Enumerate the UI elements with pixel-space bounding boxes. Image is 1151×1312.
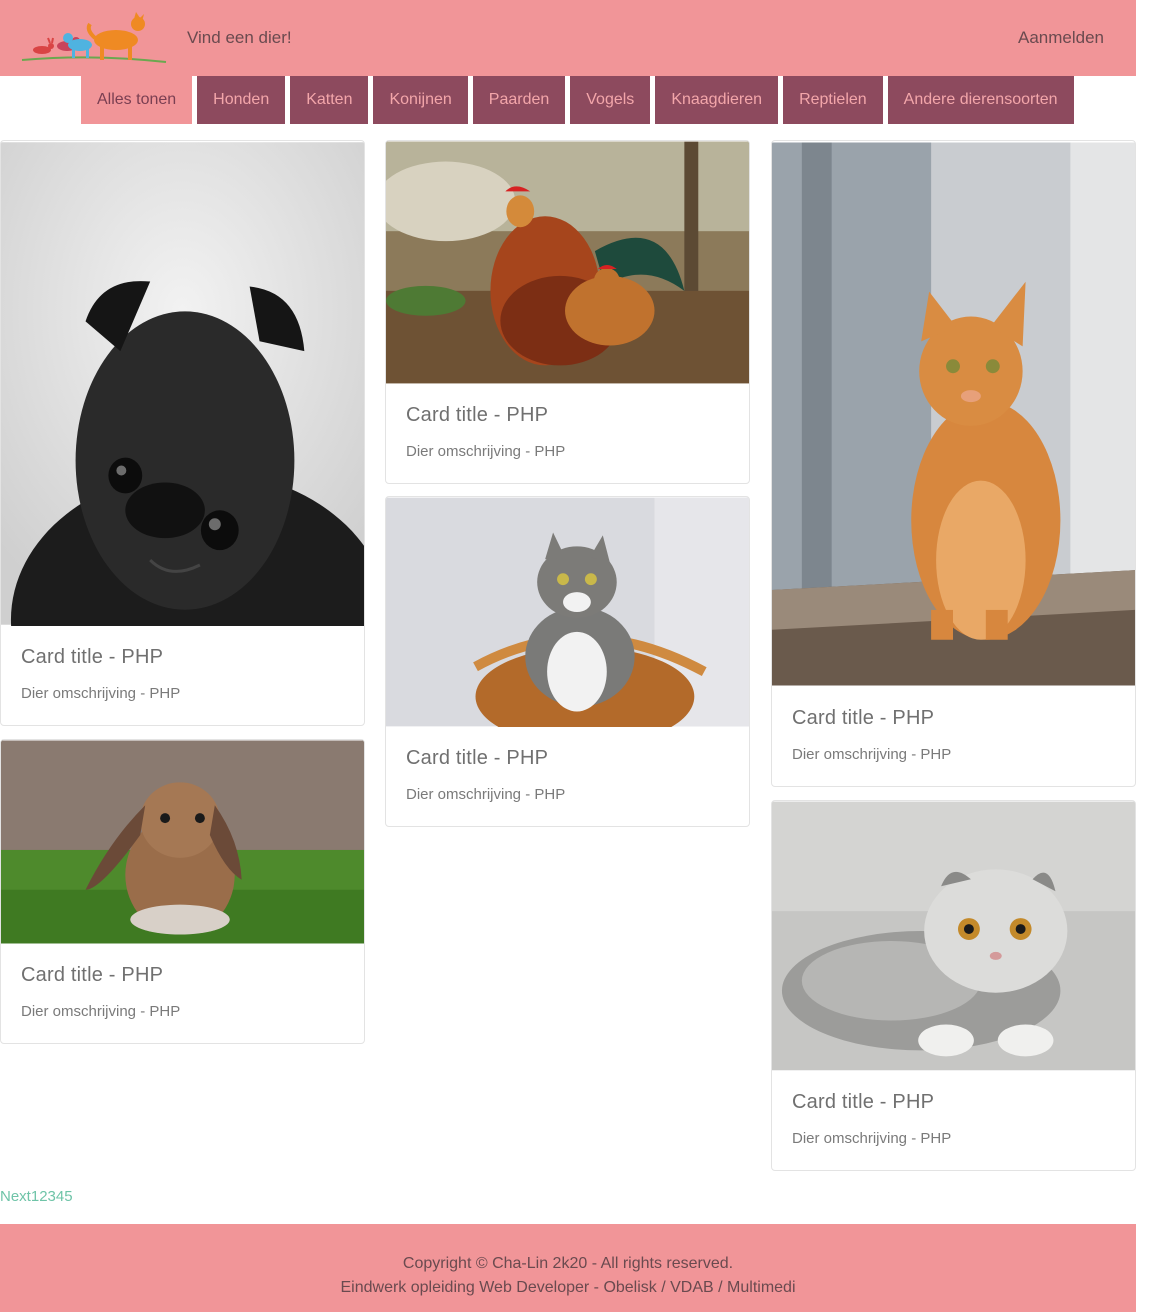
rooster-photo [386,141,749,384]
card-description: Dier omschrijving - PHP [792,746,952,763]
animal-card[interactable]: Card title - PHP Dier omschrijving - PHP [771,800,1136,1171]
grey-cat-basket-photo [386,497,749,727]
rabbit-photo [1,740,364,944]
pagination-page-1[interactable]: 1 [31,1188,39,1205]
site-header: Vind een dier! Aanmelden [0,0,1136,76]
card-title: Card title - PHP [406,404,549,426]
footer-credits: Eindwerk opleiding Web Developer - Obeli… [340,1279,796,1296]
scottish-fold-kitten-photo [772,801,1135,1071]
pagination-page-4[interactable]: 4 [56,1188,64,1205]
filter-birds[interactable]: Vogels [570,76,651,124]
pagination: Next12345 [0,1188,73,1205]
animal-card[interactable]: Card title - PHP Dier omschrijving - PHP [771,140,1136,787]
card-description: Dier omschrijving - PHP [792,1130,952,1147]
card-title: Card title - PHP [21,646,164,668]
animal-card[interactable]: Card title - PHP Dier omschrijving - PHP [0,140,365,726]
category-filter-bar: Alles tonen Honden Katten Konijnen Paard… [81,76,1074,124]
card-description: Dier omschrijving - PHP [21,1003,181,1020]
filter-dogs[interactable]: Honden [197,76,286,124]
card-title: Card title - PHP [406,747,549,769]
card-title: Card title - PHP [792,707,935,729]
filter-rodents[interactable]: Knaagdieren [655,76,779,124]
pagination-page-2[interactable]: 2 [39,1188,47,1205]
card-title: Card title - PHP [792,1091,935,1113]
orange-tabby-cat-photo [772,142,1135,686]
animal-card[interactable]: Card title - PHP Dier omschrijving - PHP [0,739,365,1044]
animal-card[interactable]: Card title - PHP Dier omschrijving - PHP [385,496,750,827]
filter-rabbits[interactable]: Konijnen [373,76,468,124]
filter-all[interactable]: Alles tonen [81,76,193,124]
filter-cats[interactable]: Katten [290,76,369,124]
card-description: Dier omschrijving - PHP [406,786,566,803]
login-link[interactable]: Aanmelden [1018,28,1104,48]
filter-reptiles[interactable]: Reptielen [783,76,883,124]
black-pug-photo [1,142,364,626]
card-description: Dier omschrijving - PHP [406,443,566,460]
card-title: Card title - PHP [21,964,164,986]
pagination-next[interactable]: Next [0,1188,31,1205]
animals-logo-icon[interactable] [20,10,168,66]
filter-other-species[interactable]: Andere dierensoorten [887,76,1074,124]
filter-horses[interactable]: Paarden [472,76,566,124]
site-footer: Copyright © Cha-Lin 2k20 - All rights re… [0,1224,1136,1312]
animal-card[interactable]: Card title - PHP Dier omschrijving - PHP [385,140,750,484]
pagination-page-5[interactable]: 5 [64,1188,72,1205]
pagination-page-3[interactable]: 3 [48,1188,56,1205]
footer-copyright: Copyright © Cha-Lin 2k20 - All rights re… [402,1255,734,1272]
site-tagline: Vind een dier! [187,28,292,47]
card-description: Dier omschrijving - PHP [21,685,181,702]
